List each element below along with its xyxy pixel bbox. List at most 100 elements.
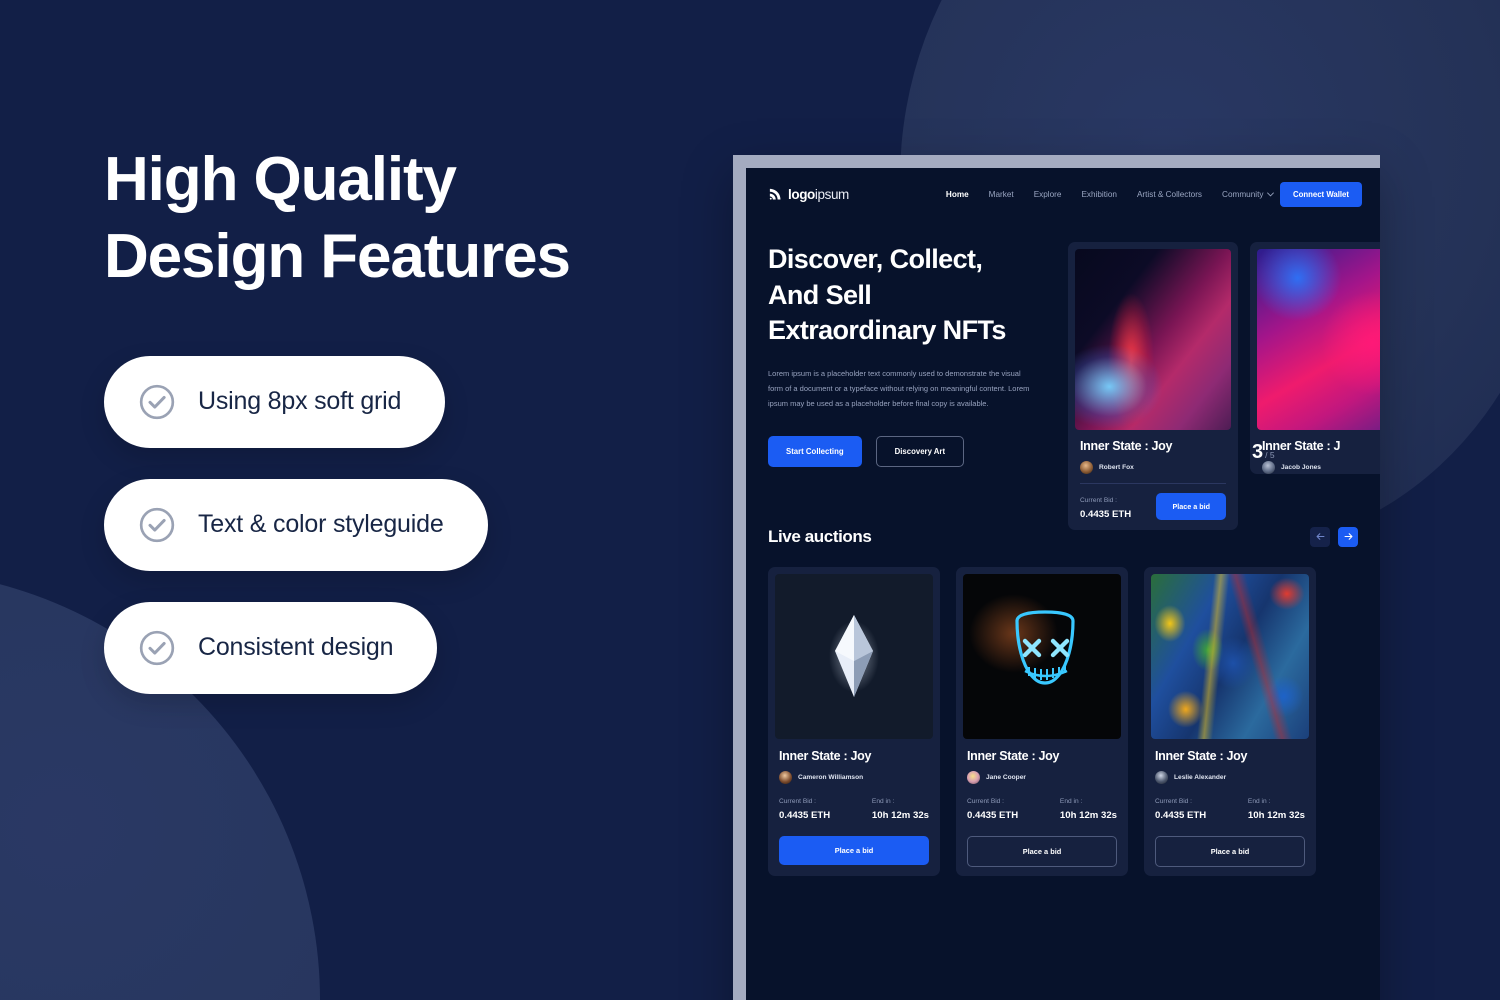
logo-bold: logo — [788, 186, 815, 202]
website-mockup: logoipsum Home Market Explore Exhibition… — [746, 168, 1380, 1000]
hero-section: Discover, Collect, And Sell Extraordinar… — [746, 220, 1380, 530]
nav-item-home[interactable]: Home — [946, 190, 969, 199]
place-a-bid-button[interactable]: Place a bid — [1156, 493, 1226, 520]
owner-name: Robert Fox — [1099, 464, 1134, 471]
auction-stats: Current Bid : 0.4435 ETH End in : 10h 12… — [1155, 798, 1305, 821]
slide-canvas: High Quality Design Features Using 8px s… — [0, 0, 1500, 1000]
nav-item-explore[interactable]: Explore — [1034, 190, 1062, 199]
auction-card-meta: Inner State : Joy Leslie Alexander Curre… — [1151, 739, 1309, 869]
discovery-art-button[interactable]: Discovery Art — [875, 435, 965, 467]
bid-column: Current Bid : 0.4435 ETH — [967, 798, 1018, 821]
nft-title: Inner State : J — [1262, 439, 1341, 453]
neon-mask-icon — [1015, 610, 1075, 685]
circle-check-icon — [139, 630, 175, 665]
nft-title: Inner State : Joy — [967, 748, 1060, 763]
end-column: End in : 10h 12m 32s — [1248, 798, 1305, 821]
bid-column: Current Bid : 0.4435 ETH — [779, 798, 830, 821]
nav-item-community[interactable]: Community — [1222, 189, 1275, 199]
site-navbar: logoipsum Home Market Explore Exhibition… — [746, 168, 1380, 220]
featured-carousel: Inner State : Joy Robert Fox Current Bid… — [1068, 242, 1380, 530]
featured-nft-card[interactable]: Inner State : J Jacob Jones — [1250, 242, 1380, 474]
connect-wallet-button[interactable]: Connect Wallet — [1279, 181, 1362, 207]
end-label: End in : — [871, 797, 895, 805]
signal-mark-icon — [769, 188, 781, 200]
owner-name: Cameron Williamson — [798, 773, 864, 781]
bid-label: Current Bid : — [1155, 797, 1193, 805]
nav-item-artist-collectors[interactable]: Artist & Collectors — [1137, 190, 1202, 199]
auction-card-meta: Inner State : Joy Cameron Williamson Cur… — [775, 739, 933, 867]
end-label: End in : — [1059, 797, 1083, 805]
avatar — [1080, 461, 1093, 474]
feature-pill-consistent[interactable]: Consistent design — [104, 601, 438, 694]
bid-value: 0.4435 ETH — [779, 809, 831, 821]
end-value: 10h 12m 32s — [1247, 809, 1305, 821]
feature-pill-label: Text & color styleguide — [198, 510, 444, 539]
white-crystal-artwork — [775, 573, 933, 739]
owner-name: Jane Cooper — [986, 773, 1026, 781]
live-auctions-title: Live auctions — [768, 526, 872, 546]
end-column: End in : 10h 12m 32s — [872, 798, 929, 821]
nav-item-community-label: Community — [1222, 189, 1264, 199]
feature-pill-label: Using 8px soft grid — [198, 387, 402, 416]
owner-name: Jacob Jones — [1281, 464, 1321, 471]
hero-buttons: Start Collecting Discovery Art — [768, 435, 1056, 467]
feature-pill-label: Consistent design — [198, 633, 394, 662]
auction-card-grid: Inner State : Joy Cameron Williamson Cur… — [768, 566, 1358, 876]
nav-item-exhibition[interactable]: Exhibition — [1081, 190, 1117, 199]
end-value: 10h 12m 32s — [871, 809, 929, 821]
nft-owner: Cameron Williamson — [779, 770, 929, 784]
carousel-prev-button[interactable] — [1310, 526, 1330, 547]
hero-title: Discover, Collect, And Sell Extraordinar… — [768, 244, 1006, 346]
auction-card[interactable]: Inner State : Joy Cameron Williamson Cur… — [768, 566, 940, 876]
auction-card[interactable]: Inner State : Joy Jane Cooper Current Bi… — [956, 566, 1128, 876]
nft-title: Inner State : Joy — [779, 748, 872, 763]
logo[interactable]: logoipsum — [768, 187, 849, 202]
abstract-paint-artwork — [1151, 573, 1309, 739]
bid-label: Current Bid : — [779, 797, 817, 805]
chevron-down-icon — [1267, 192, 1275, 197]
left-panel: High Quality Design Features Using 8px s… — [104, 142, 724, 694]
feature-pill-grid[interactable]: Using 8px soft grid — [104, 355, 446, 448]
nft-title: Inner State : Joy — [1080, 439, 1173, 453]
end-column: End in : 10h 12m 32s — [1060, 798, 1117, 821]
auction-card[interactable]: Inner State : Joy Leslie Alexander Curre… — [1144, 566, 1316, 876]
place-a-bid-button[interactable]: Place a bid — [779, 835, 929, 865]
arrow-left-icon — [1316, 533, 1324, 541]
bid-column: Current Bid : 0.4435 ETH — [1080, 497, 1131, 520]
crystal-shape-icon — [835, 615, 873, 698]
nav-item-market[interactable]: Market — [989, 190, 1014, 199]
magenta-paint-artwork — [1257, 249, 1380, 430]
carousel-next-button[interactable] — [1338, 526, 1358, 547]
carousel-arrows — [1310, 526, 1358, 547]
avatar — [967, 770, 980, 784]
featured-nft-card[interactable]: Inner State : Joy Robert Fox Current Bid… — [1068, 242, 1238, 530]
nft-owner: Leslie Alexander — [1155, 770, 1305, 784]
pagination-total: / 5 — [1265, 450, 1275, 460]
device-frame: logoipsum Home Market Explore Exhibition… — [733, 155, 1380, 1000]
bid-column: Current Bid : 0.4435 ETH — [1155, 798, 1206, 821]
featured-nft-meta: Inner State : J Jacob Jones — [1257, 430, 1380, 474]
carousel-pagination: 3 / 5 — [1252, 441, 1275, 464]
end-label: End in : — [1247, 797, 1271, 805]
nft-bid-row: Current Bid : 0.4435 ETH Place a bid — [1080, 484, 1226, 530]
place-a-bid-button[interactable]: Place a bid — [1155, 835, 1305, 867]
bid-value: 0.4435 ETH — [1155, 809, 1207, 821]
end-value: 10h 12m 32s — [1059, 809, 1117, 821]
neon-mask-artwork — [963, 573, 1121, 739]
bid-label: Current Bid : — [967, 797, 1005, 805]
hero-body-text: Lorem ipsum is a placeholder text common… — [768, 368, 1030, 408]
live-auctions-header: Live auctions — [768, 526, 1358, 547]
neon-light-streaks-artwork — [1075, 249, 1231, 430]
nft-title: Inner State : Joy — [1155, 748, 1248, 763]
feature-pill-styleguide[interactable]: Text & color styleguide — [104, 478, 488, 571]
auction-stats: Current Bid : 0.4435 ETH End in : 10h 12… — [779, 798, 929, 821]
feature-list: Using 8px soft grid Text & color stylegu… — [104, 355, 724, 694]
arrow-right-icon — [1344, 533, 1352, 541]
place-a-bid-button[interactable]: Place a bid — [967, 835, 1117, 867]
start-collecting-button[interactable]: Start Collecting — [768, 435, 862, 467]
nft-owner: Jane Cooper — [967, 770, 1117, 784]
auction-card-meta: Inner State : Joy Jane Cooper Current Bi… — [963, 739, 1121, 869]
nav-links: Home Market Explore Exhibition Artist & … — [946, 190, 1275, 199]
logo-light: ipsum — [814, 186, 849, 202]
avatar — [1155, 770, 1168, 784]
